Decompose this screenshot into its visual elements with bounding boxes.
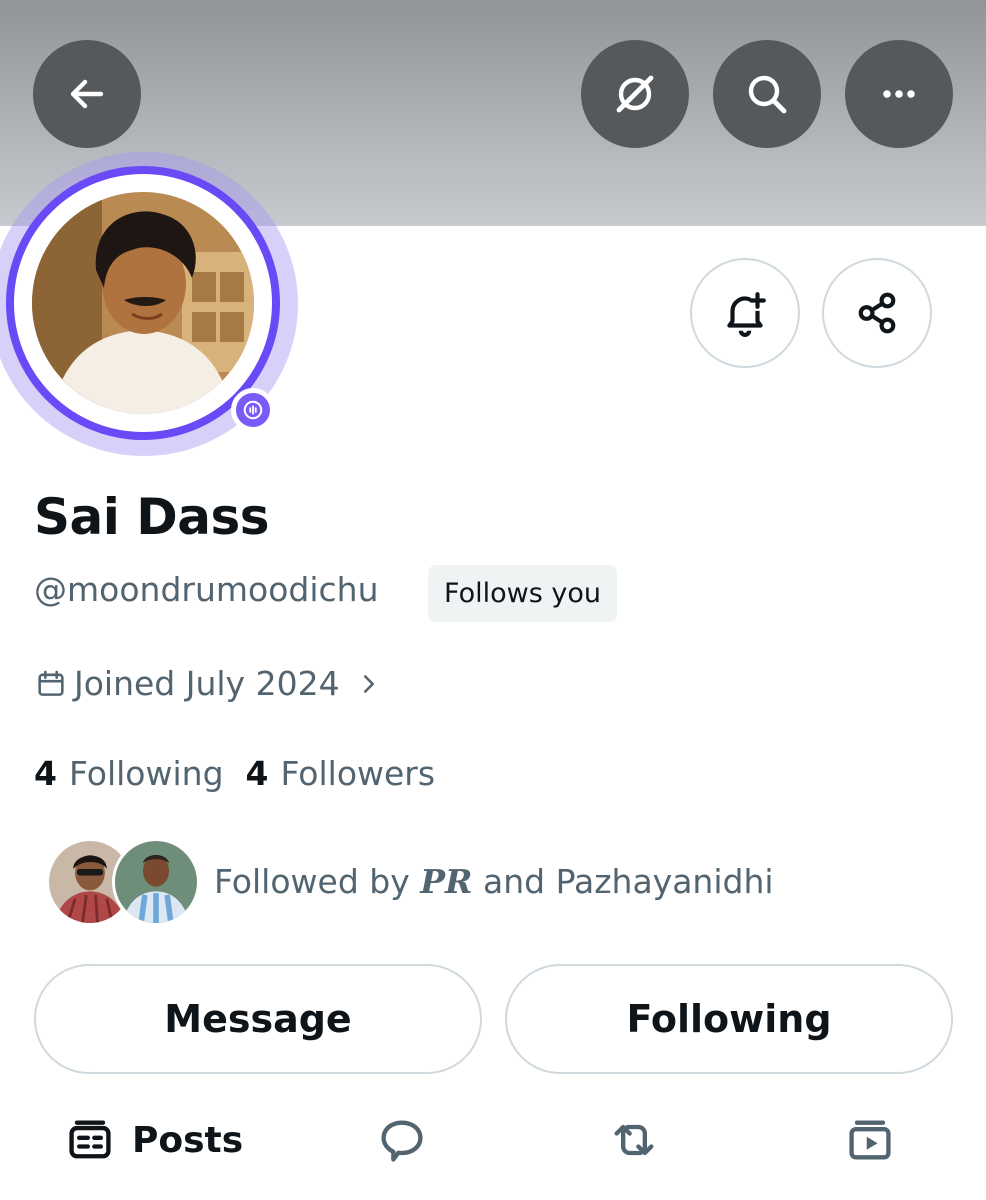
followers-link[interactable]: Followers xyxy=(280,754,435,793)
more-horizontal-icon xyxy=(883,90,915,98)
following-count[interactable]: 4 xyxy=(34,754,57,793)
notifications-button[interactable] xyxy=(690,258,800,368)
arrow-left-icon xyxy=(70,79,104,109)
grok-button[interactable] xyxy=(581,40,689,148)
back-button[interactable] xyxy=(33,40,141,148)
followed-by-prefix: Followed by xyxy=(214,862,410,901)
followed-by-joiner: and xyxy=(482,862,546,901)
tab-replies[interactable] xyxy=(376,1114,428,1166)
follower-photo-2 xyxy=(115,841,197,923)
share-button[interactable] xyxy=(822,258,932,368)
tab-posts-label: Posts xyxy=(132,1119,244,1161)
follows-you-badge: Follows you xyxy=(428,565,617,622)
grok-icon xyxy=(616,75,654,113)
media-icon xyxy=(849,1120,891,1160)
profile-handle: @moondrumoodichu xyxy=(34,570,379,609)
followed-by-text: Followed by PR and Pazhayanidhi xyxy=(214,862,774,901)
tab-reposts[interactable] xyxy=(608,1114,660,1166)
space-badge[interactable] xyxy=(231,388,275,432)
profile-tabs: Posts xyxy=(0,1100,986,1180)
calendar-icon xyxy=(38,670,64,696)
avatar-photo xyxy=(32,192,254,414)
profile-name: Sai Dass xyxy=(34,488,270,546)
spaces-icon xyxy=(243,400,263,420)
more-button[interactable] xyxy=(845,40,953,148)
followed-by-row[interactable]: Followed by PR and Pazhayanidhi xyxy=(46,836,806,928)
follow-stats: 4 Following 4 Followers xyxy=(34,754,457,793)
search-icon xyxy=(748,75,787,114)
following-button[interactable]: Following xyxy=(505,964,953,1074)
reply-icon xyxy=(381,1120,423,1162)
chevron-right-icon xyxy=(363,674,374,693)
share-icon xyxy=(858,292,896,334)
joined-date: Joined July 2024 xyxy=(74,664,340,703)
tab-posts[interactable]: Posts xyxy=(64,1114,243,1166)
followed-by-first: PR xyxy=(420,862,473,901)
bell-plus-icon xyxy=(727,292,766,337)
search-button[interactable] xyxy=(713,40,821,148)
followers-count[interactable]: 4 xyxy=(246,754,269,793)
following-link[interactable]: Following xyxy=(69,754,224,793)
message-button[interactable]: Message xyxy=(34,964,482,1074)
repost-icon xyxy=(614,1124,654,1156)
posts-icon xyxy=(69,1120,111,1159)
tab-media[interactable] xyxy=(844,1114,896,1166)
joined-date-row[interactable]: Joined July 2024 xyxy=(34,664,384,703)
avatar[interactable] xyxy=(32,192,254,414)
follower-avatar-2 xyxy=(112,838,200,926)
followed-by-second: Pazhayanidhi xyxy=(555,862,774,901)
